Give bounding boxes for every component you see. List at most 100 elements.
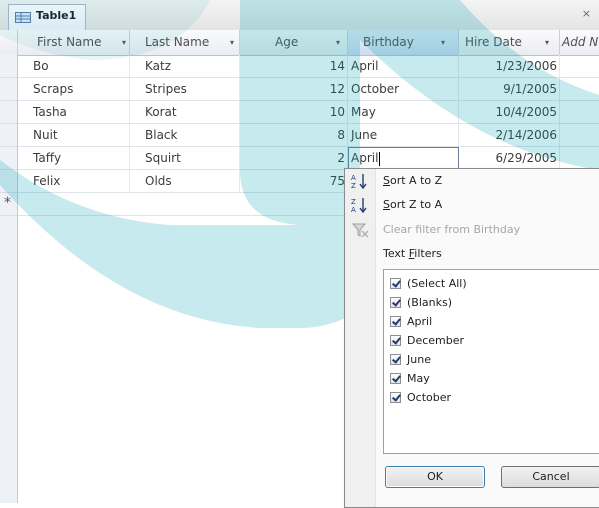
filter-option-label: May xyxy=(407,372,430,385)
cell-hire-date[interactable]: 2/14/2006 xyxy=(459,124,560,146)
column-header-label: Add N xyxy=(562,35,599,49)
record-selector[interactable] xyxy=(0,78,17,101)
cell-age[interactable]: 75 xyxy=(240,170,348,192)
filter-values-list: (Select All) (Blanks) April December Jun… xyxy=(383,269,599,454)
filter-option-label: (Select All) xyxy=(407,277,467,290)
text-filters-item[interactable]: Text Filters xyxy=(345,242,599,267)
table-row: Scraps Stripes 12 October 9/1/2005 xyxy=(18,78,599,101)
record-selector[interactable] xyxy=(0,55,17,78)
clear-filter-icon xyxy=(351,223,369,238)
cell-age[interactable]: 10 xyxy=(240,101,348,123)
checkbox-checked-icon[interactable] xyxy=(390,392,401,403)
cell-birthday[interactable]: April xyxy=(348,55,459,77)
checkbox-checked-icon[interactable] xyxy=(390,297,401,308)
clear-filter-label: Clear filter from Birthday xyxy=(383,223,521,236)
column-header-first-name[interactable]: First Name ▾ xyxy=(18,30,130,55)
new-record-icon: * xyxy=(4,195,11,211)
clear-filter-item: Clear filter from Birthday xyxy=(345,218,599,243)
cell-hire-date[interactable]: 1/23/2006 xyxy=(459,55,560,77)
cell-age[interactable]: 2 xyxy=(240,147,348,169)
dropdown-arrow-icon[interactable]: ▾ xyxy=(545,30,549,55)
cell-last-name[interactable]: Black xyxy=(130,124,240,146)
table-icon xyxy=(15,12,31,23)
table-row: Taffy Squirt 2 April 6/29/2005 xyxy=(18,147,599,170)
cell-birthday-active[interactable]: April xyxy=(348,147,459,169)
checkbox-checked-icon[interactable] xyxy=(390,335,401,346)
dropdown-arrow-icon[interactable]: ▾ xyxy=(336,30,340,55)
column-header-add-new-field[interactable]: Add N xyxy=(560,30,599,55)
dropdown-arrow-icon[interactable]: ▾ xyxy=(122,30,126,55)
close-icon[interactable]: × xyxy=(582,7,591,20)
cell-first-name[interactable]: Scraps xyxy=(18,78,130,100)
cell-last-name[interactable]: Stripes xyxy=(130,78,240,100)
cell-first-name[interactable]: Bo xyxy=(18,55,130,77)
tab-table1[interactable]: Table1 xyxy=(8,4,86,30)
column-header-birthday[interactable]: Birthday ▾ xyxy=(348,30,459,55)
table-row: Nuit Black 8 June 2/14/2006 xyxy=(18,124,599,147)
sort-ascending-label: Sort A to Z xyxy=(383,174,443,187)
cell-hire-date[interactable]: 9/1/2005 xyxy=(459,78,560,100)
cell-first-name[interactable]: Tasha xyxy=(18,101,130,123)
record-selector[interactable] xyxy=(0,147,17,170)
text-filters-label: Text Filters xyxy=(383,247,442,260)
column-header-label: Age xyxy=(275,35,299,49)
checkbox-checked-icon[interactable] xyxy=(390,373,401,384)
cell-age[interactable]: 8 xyxy=(240,124,348,146)
tab-title: Table1 xyxy=(36,9,77,22)
cell-birthday-value: April xyxy=(351,151,379,165)
column-header-hire-date[interactable]: Hire Date ▾ xyxy=(459,30,560,55)
svg-text:A: A xyxy=(351,174,356,182)
cell-age[interactable]: 14 xyxy=(240,55,348,77)
svg-text:A: A xyxy=(351,206,356,214)
text-caret xyxy=(379,151,381,166)
filter-option-label: (Blanks) xyxy=(407,296,452,309)
document-tab-strip: Table1 × xyxy=(0,0,599,31)
svg-text:Z: Z xyxy=(351,182,356,190)
cell-last-name[interactable]: Korat xyxy=(130,101,240,123)
filter-option-label: October xyxy=(407,391,452,404)
checkbox-checked-icon[interactable] xyxy=(390,354,401,365)
column-header-label: Last Name xyxy=(145,35,210,49)
ok-button[interactable]: OK xyxy=(385,466,485,488)
filter-option-label: April xyxy=(407,315,433,328)
cell-first-name[interactable]: Taffy xyxy=(18,147,130,169)
sort-descending-label: Sort Z to A xyxy=(383,198,443,211)
record-selector[interactable] xyxy=(0,170,17,193)
cell-hire-date[interactable]: 6/29/2005 xyxy=(459,147,560,169)
cell-last-name[interactable]: Katz xyxy=(130,55,240,77)
cell-last-name[interactable]: Squirt xyxy=(130,147,240,169)
table-row: Tasha Korat 10 May 10/4/2005 xyxy=(18,101,599,124)
cell-first-name[interactable]: Felix xyxy=(18,170,130,192)
filter-option-label: December xyxy=(407,334,465,347)
cell-age[interactable]: 12 xyxy=(240,78,348,100)
record-selector-column: * xyxy=(0,55,18,503)
column-header-age[interactable]: Age ▾ xyxy=(240,30,348,55)
cell-birthday[interactable]: October xyxy=(348,78,459,100)
cell-first-name[interactable]: Nuit xyxy=(18,124,130,146)
column-header-last-name[interactable]: Last Name ▾ xyxy=(130,30,240,55)
select-all-corner[interactable] xyxy=(0,30,18,55)
cell-hire-date[interactable]: 10/4/2005 xyxy=(459,101,560,123)
column-header-label: First Name xyxy=(37,35,102,49)
record-selector[interactable] xyxy=(0,124,17,147)
dropdown-arrow-icon[interactable]: ▾ xyxy=(441,30,445,55)
svg-text:Z: Z xyxy=(351,198,356,206)
table-row: Bo Katz 14 April 1/23/2006 xyxy=(18,55,599,78)
dropdown-arrow-icon[interactable]: ▾ xyxy=(230,30,234,55)
cell-last-name[interactable]: Olds xyxy=(130,170,240,192)
checkbox-checked-icon[interactable] xyxy=(390,316,401,327)
cancel-button[interactable]: Cancel xyxy=(501,466,599,488)
record-selector[interactable] xyxy=(0,101,17,124)
column-header-label: Hire Date xyxy=(465,35,522,49)
sort-descending-item[interactable]: Z A Sort Z to A xyxy=(345,193,599,218)
sort-descending-icon: Z A xyxy=(351,198,367,214)
column-header-row: First Name ▾ Last Name ▾ Age ▾ Birthday … xyxy=(0,30,599,56)
column-header-label: Birthday xyxy=(363,35,414,49)
new-record-selector[interactable]: * xyxy=(0,193,17,216)
cell-birthday[interactable]: May xyxy=(348,101,459,123)
checkbox-checked-icon[interactable] xyxy=(390,278,401,289)
cell-birthday[interactable]: June xyxy=(348,124,459,146)
sort-ascending-item[interactable]: A Z Sort A to Z xyxy=(345,169,599,194)
sort-ascending-icon: A Z xyxy=(351,174,367,190)
column-filter-menu: A Z Sort A to Z Z A Sort Z to A Clear fi… xyxy=(344,168,599,508)
